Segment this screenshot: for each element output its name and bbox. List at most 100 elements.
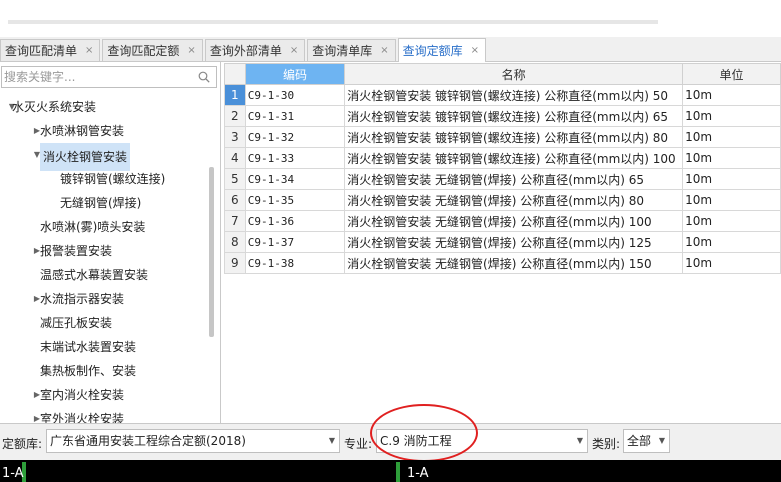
annotation-circle	[370, 404, 478, 462]
search-input[interactable]	[2, 67, 192, 87]
tab-3[interactable]: 查询清单库 ×	[307, 39, 396, 61]
table-header-row: 编码 名称 单位	[224, 63, 781, 85]
tree-item[interactable]: ▶ 室外消火栓安装	[0, 407, 212, 423]
name-cell[interactable]: 消火栓钢管安装 镀锌钢管(螺纹连接) 公称直径(mm以内) 100	[344, 147, 684, 169]
tree-item[interactable]: 镀锌钢管(螺纹连接)	[0, 167, 212, 191]
tree-item[interactable]: ▼ 消火栓钢管安装	[0, 143, 212, 171]
code-cell[interactable]: C9-1-35	[244, 189, 346, 211]
close-icon[interactable]: ×	[471, 45, 479, 56]
name-cell[interactable]: 消火栓钢管安装 无缝钢管(焊接) 公称直径(mm以内) 100	[344, 210, 684, 232]
tree-item-label: 末端试水装置安装	[40, 340, 137, 354]
specialty-label: 专业:	[344, 437, 373, 451]
tree-item[interactable]: ▶ 水流指示器安装	[0, 287, 212, 311]
close-icon[interactable]: ×	[290, 45, 298, 56]
top-scroll-track	[8, 20, 658, 24]
tree-item[interactable]: 末端试水装置安装	[0, 335, 212, 359]
library-select[interactable]: 广东省通用安装工程综合定额(2018) ▼	[46, 429, 340, 453]
tab-label: 查询匹配定额	[107, 44, 180, 58]
code-cell[interactable]: C9-1-37	[244, 231, 346, 253]
tree-item-label: 水喷淋(雾)喷头安装	[40, 220, 146, 234]
axis-label-left: 1-A	[2, 466, 24, 481]
tree-item[interactable]: ▶ 室内消火栓安装	[0, 383, 212, 407]
row-number[interactable]: 6	[224, 189, 246, 211]
row-number[interactable]: 2	[224, 105, 246, 127]
row-number[interactable]: 3	[224, 126, 246, 148]
search-box[interactable]	[1, 66, 217, 88]
code-cell[interactable]: C9-1-36	[244, 210, 346, 232]
name-cell[interactable]: 消火栓钢管安装 无缝钢管(焊接) 公称直径(mm以内) 150	[344, 252, 684, 274]
close-icon[interactable]: ×	[85, 45, 93, 56]
axis-label-right: 1-A	[407, 466, 429, 481]
category-select[interactable]: 全部 ▼	[623, 429, 670, 453]
tree-item[interactable]: ▶ 水喷淋钢管安装	[0, 119, 212, 143]
tab-label: 查询定额库	[402, 44, 463, 58]
unit-cell[interactable]: 10m	[682, 84, 781, 106]
unit-cell[interactable]: 10m	[682, 210, 781, 232]
tree-item[interactable]: ▶ 报警装置安装	[0, 239, 212, 263]
tree-item[interactable]: 集热板制作、安装	[0, 359, 212, 383]
library-label: 定额库:	[2, 437, 43, 451]
tree-item-label: 水灭火系统安装	[12, 100, 97, 114]
table-row[interactable]: 1 C9-1-30 消火栓钢管安装 镀锌钢管(螺纹连接) 公称直径(mm以内) 50…	[224, 84, 781, 106]
table-row[interactable]: 8 C9-1-37 消火栓钢管安装 无缝钢管(焊接) 公称直径(mm以内) 125 1…	[224, 231, 781, 253]
tree-item[interactable]: ▼ 水灭火系统安装	[0, 95, 212, 119]
row-number[interactable]: 4	[224, 147, 246, 169]
row-number[interactable]: 7	[224, 210, 246, 232]
unit-cell[interactable]: 10m	[682, 105, 781, 127]
unit-column-header[interactable]: 单位	[682, 63, 781, 85]
tree-item-label: 水流指示器安装	[40, 292, 125, 306]
search-icon[interactable]	[198, 71, 210, 83]
close-icon[interactable]: ×	[380, 45, 388, 56]
table-row[interactable]: 3 C9-1-32 消火栓钢管安装 镀锌钢管(螺纹连接) 公称直径(mm以内) 80…	[224, 126, 781, 148]
code-cell[interactable]: C9-1-33	[244, 147, 346, 169]
tab-label: 查询匹配清单	[5, 44, 78, 58]
unit-cell[interactable]: 10m	[682, 126, 781, 148]
tree-item[interactable]: 温感式水幕装置安装	[0, 263, 212, 287]
tree-item-label: 室外消火栓安装	[40, 412, 125, 423]
unit-cell[interactable]: 10m	[682, 147, 781, 169]
tree-item[interactable]: 水喷淋(雾)喷头安装	[0, 215, 212, 239]
chevron-down-icon: ▼	[328, 436, 335, 445]
table-row[interactable]: 9 C9-1-38 消火栓钢管安装 无缝钢管(焊接) 公称直径(mm以内) 150 1…	[224, 252, 781, 274]
name-cell[interactable]: 消火栓钢管安装 镀锌钢管(螺纹连接) 公称直径(mm以内) 65	[344, 105, 684, 127]
table-row[interactable]: 6 C9-1-35 消火栓钢管安装 无缝钢管(焊接) 公称直径(mm以内) 80 10…	[224, 189, 781, 211]
tab-4[interactable]: 查询定额库 ×	[397, 38, 487, 62]
tree-item-label: 减压孔板安装	[40, 316, 113, 330]
row-number[interactable]: 1	[224, 84, 246, 106]
unit-cell[interactable]: 10m	[682, 189, 781, 211]
unit-cell[interactable]: 10m	[682, 168, 781, 190]
table-row[interactable]: 4 C9-1-33 消火栓钢管安装 镀锌钢管(螺纹连接) 公称直径(mm以内) 10…	[224, 147, 781, 169]
name-column-header[interactable]: 名称	[344, 63, 684, 85]
name-cell[interactable]: 消火栓钢管安装 无缝钢管(焊接) 公称直径(mm以内) 125	[344, 231, 684, 253]
sidebar-scrollbar[interactable]	[209, 167, 214, 337]
row-number[interactable]: 9	[224, 252, 246, 274]
category-select-value: 全部	[627, 434, 652, 448]
code-column-header[interactable]: 编码	[244, 63, 346, 85]
unit-cell[interactable]: 10m	[682, 252, 781, 274]
tab-2[interactable]: 查询外部清单 ×	[204, 39, 306, 61]
tree-item-label: 集热板制作、安装	[40, 364, 137, 378]
row-number[interactable]: 5	[224, 168, 246, 190]
code-cell[interactable]: C9-1-34	[244, 168, 346, 190]
name-cell[interactable]: 消火栓钢管安装 镀锌钢管(螺纹连接) 公称直径(mm以内) 50	[344, 84, 684, 106]
code-cell[interactable]: C9-1-30	[244, 84, 346, 106]
unit-cell[interactable]: 10m	[682, 231, 781, 253]
code-cell[interactable]: C9-1-38	[244, 252, 346, 274]
tab-1[interactable]: 查询匹配定额 ×	[102, 39, 203, 61]
row-number[interactable]: 8	[224, 231, 246, 253]
table-row[interactable]: 5 C9-1-34 消火栓钢管安装 无缝钢管(焊接) 公称直径(mm以内) 65 10…	[224, 168, 781, 190]
table-row[interactable]: 2 C9-1-31 消火栓钢管安装 镀锌钢管(螺纹连接) 公称直径(mm以内) 65…	[224, 105, 781, 127]
code-cell[interactable]: C9-1-32	[244, 126, 346, 148]
tree-item[interactable]: 减压孔板安装	[0, 311, 212, 335]
name-cell[interactable]: 消火栓钢管安装 镀锌钢管(螺纹连接) 公称直径(mm以内) 80	[344, 126, 684, 148]
chevron-down-icon: ▼	[576, 436, 583, 445]
close-icon[interactable]: ×	[187, 45, 195, 56]
grid-marker	[396, 462, 400, 482]
code-cell[interactable]: C9-1-31	[244, 105, 346, 127]
table-row[interactable]: 7 C9-1-36 消火栓钢管安装 无缝钢管(焊接) 公称直径(mm以内) 100 1…	[224, 210, 781, 232]
name-cell[interactable]: 消火栓钢管安装 无缝钢管(焊接) 公称直径(mm以内) 65	[344, 168, 684, 190]
tree-item[interactable]: 无缝钢管(焊接)	[0, 191, 212, 215]
name-cell[interactable]: 消火栓钢管安装 无缝钢管(焊接) 公称直径(mm以内) 80	[344, 189, 684, 211]
quota-table: 编码 名称 单位 1 C9-1-30 消火栓钢管安装 镀锌钢管(螺纹连接) 公称直径…	[224, 63, 781, 274]
tab-0[interactable]: 查询匹配清单 ×	[0, 39, 101, 61]
